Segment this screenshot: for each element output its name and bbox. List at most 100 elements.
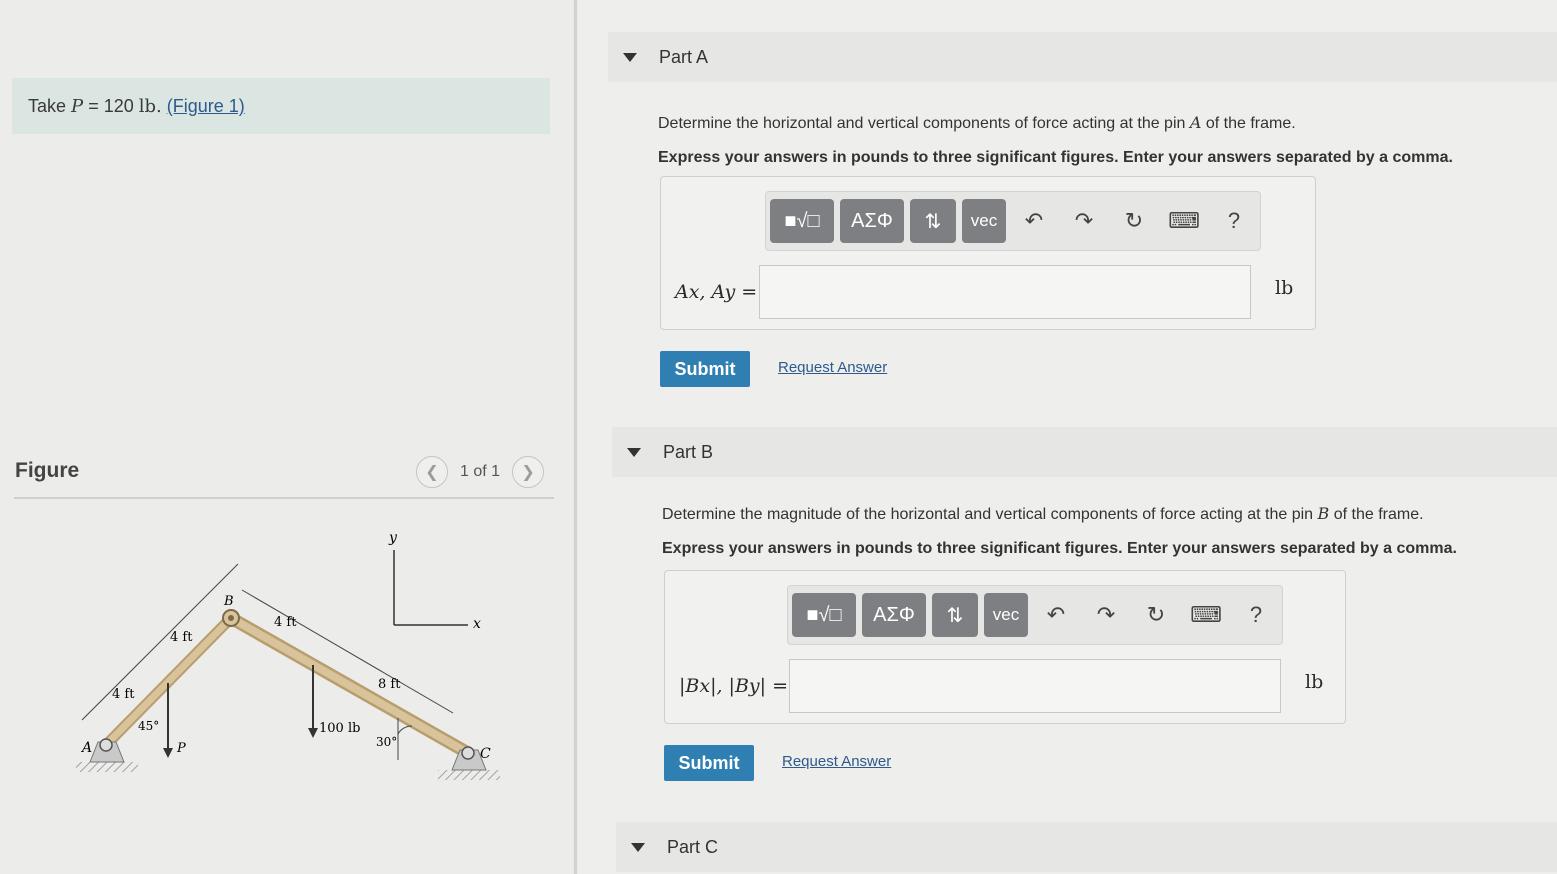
pin-b xyxy=(222,609,240,627)
undo-button[interactable]: ↶ xyxy=(1034,593,1078,637)
help-button[interactable]: ? xyxy=(1234,593,1278,637)
load-p-label: P xyxy=(176,741,186,756)
redo-button[interactable]: ↷ xyxy=(1062,199,1106,243)
keyboard-icon: ⌨ xyxy=(1190,602,1222,627)
angle-45-label: 45° xyxy=(138,719,159,733)
answer-unit: lb xyxy=(1305,671,1324,693)
figure-pager: ❮ 1 of 1 ❯ xyxy=(416,456,545,488)
answer-label: Ax, Ay = xyxy=(675,281,758,303)
part-b-question: Determine the magnitude of the horizonta… xyxy=(662,504,1424,524)
frame-figure: y x 4 ft 4 ft 4 ft 8 ft A C B P 45° 100 … xyxy=(76,530,500,780)
greek-symbols-icon: ΑΣΦ xyxy=(851,209,893,232)
part-a-title: Part A xyxy=(659,46,709,67)
reset-button[interactable]: ↻ xyxy=(1112,199,1156,243)
caret-down-icon xyxy=(627,447,641,457)
part-a-question: Determine the horizontal and vertical co… xyxy=(658,113,1296,133)
request-answer-link[interactable]: Request Answer xyxy=(778,359,887,376)
right-pane: Part A Determine the horizontal and vert… xyxy=(578,0,1557,874)
math-toolbar: ■√□ ΑΣΦ ⇅ vec ↶ ↷ ↻ ⌨ ? xyxy=(765,191,1261,251)
next-figure-button[interactable]: ❯ xyxy=(512,456,545,488)
help-button[interactable]: ? xyxy=(1212,199,1256,243)
templates-button[interactable]: ■√□ xyxy=(770,199,834,243)
redo-icon: ↷ xyxy=(1096,602,1116,627)
math-toolbar: ■√□ ΑΣΦ ⇅ vec ↶ ↷ ↻ ⌨ ? xyxy=(787,585,1283,645)
request-answer-link[interactable]: Request Answer xyxy=(782,753,891,770)
redo-button[interactable]: ↷ xyxy=(1084,593,1128,637)
undo-icon: ↶ xyxy=(1024,208,1044,233)
vector-button[interactable]: vec xyxy=(962,199,1006,243)
chevron-right-icon: ❯ xyxy=(521,464,535,481)
figure-divider xyxy=(14,497,554,499)
reset-icon: ↻ xyxy=(1146,602,1166,627)
submit-button[interactable]: Submit xyxy=(664,745,754,781)
question-text: Determine the magnitude of the horizonta… xyxy=(662,506,1314,523)
part-b-header[interactable]: Part B xyxy=(612,427,1557,477)
greek-symbols-button[interactable]: ΑΣΦ xyxy=(840,199,904,243)
axis-x-label: x xyxy=(473,616,481,632)
take-prefix: Take xyxy=(28,96,67,116)
dim-4ft-right: 4 ft xyxy=(274,615,297,630)
part-a-header[interactable]: Part A xyxy=(608,32,1557,82)
keyboard-button[interactable]: ⌨ xyxy=(1184,593,1228,637)
dim-8ft: 8 ft xyxy=(378,677,401,692)
greek-symbols-button[interactable]: ΑΣΦ xyxy=(862,593,926,637)
undo-button[interactable]: ↶ xyxy=(1012,199,1056,243)
point-c-label: C xyxy=(480,746,491,762)
pane-divider[interactable] xyxy=(574,0,577,874)
pin-variable: A xyxy=(1189,113,1202,132)
figure-link[interactable]: (Figure 1) xyxy=(167,96,245,116)
figure-heading: Figure xyxy=(15,459,80,482)
submit-button[interactable]: Submit xyxy=(660,351,750,387)
part-b-instruction: Express your answers in pounds to three … xyxy=(662,540,1457,557)
vector-icon: vec xyxy=(992,605,1020,624)
load-value: = 120 xyxy=(88,96,134,116)
sort-arrows-icon: ⇅ xyxy=(946,604,964,627)
answer-label: |Bx|, |By| = xyxy=(679,675,789,697)
point-a-label: A xyxy=(80,740,92,756)
templates-button[interactable]: ■√□ xyxy=(792,593,856,637)
templates-icon: ■√□ xyxy=(784,209,820,232)
answer-input[interactable] xyxy=(759,265,1251,319)
help-icon: ? xyxy=(1227,208,1241,233)
point-b-label: B xyxy=(223,594,234,609)
reset-button[interactable]: ↻ xyxy=(1134,593,1178,637)
vector-button[interactable]: vec xyxy=(984,593,1028,637)
dim-4ft-lower: 4 ft xyxy=(112,687,135,702)
reset-icon: ↻ xyxy=(1124,208,1144,233)
part-b-title: Part B xyxy=(663,441,714,462)
prev-figure-button[interactable]: ❮ xyxy=(416,456,448,488)
pin-variable: B xyxy=(1317,504,1330,523)
answer-unit: lb xyxy=(1275,277,1294,299)
variable-p: P xyxy=(71,96,84,117)
undo-icon: ↶ xyxy=(1046,602,1066,627)
help-icon: ? xyxy=(1249,602,1263,627)
part-a-instruction: Express your answers in pounds to three … xyxy=(658,149,1453,166)
chevron-left-icon: ❮ xyxy=(425,464,439,481)
question-text-end: of the frame. xyxy=(1205,115,1296,132)
part-c-title: Part C xyxy=(667,836,719,857)
load-100-arrow xyxy=(308,665,318,738)
sort-arrows-button[interactable]: ⇅ xyxy=(932,593,978,637)
part-b-answer-box: ■√□ ΑΣΦ ⇅ vec ↶ ↷ ↻ ⌨ ? |Bx|, |By| = lb xyxy=(664,570,1346,724)
caret-down-icon xyxy=(623,52,637,62)
greek-symbols-icon: ΑΣΦ xyxy=(873,603,915,626)
angle-30-label: 30° xyxy=(376,735,397,749)
problem-text: Take P = 120 lb. (Figure 1) xyxy=(28,96,245,117)
keyboard-button[interactable]: ⌨ xyxy=(1162,199,1206,243)
question-text: Determine the horizontal and vertical co… xyxy=(658,115,1186,132)
keyboard-icon: ⌨ xyxy=(1168,208,1200,233)
axes-icon xyxy=(393,550,468,626)
answer-input[interactable] xyxy=(789,659,1281,713)
caret-down-icon xyxy=(631,842,645,852)
part-c-header[interactable]: Part C xyxy=(616,822,1557,872)
part-a-answer-box: ■√□ ΑΣΦ ⇅ vec ↶ ↷ ↻ ⌨ ? Ax, Ay = lb xyxy=(660,176,1316,330)
problem-statement: Take P = 120 lb. (Figure 1) xyxy=(12,78,550,134)
axis-y-label: y xyxy=(388,530,398,546)
pager-text: 1 of 1 xyxy=(460,463,501,480)
sort-arrows-button[interactable]: ⇅ xyxy=(910,199,956,243)
load-p-arrow xyxy=(163,683,173,758)
load-100-label: 100 lb xyxy=(319,721,360,736)
vector-icon: vec xyxy=(970,211,998,230)
load-unit: lb. xyxy=(138,96,162,117)
dim-4ft-upper: 4 ft xyxy=(170,630,193,645)
